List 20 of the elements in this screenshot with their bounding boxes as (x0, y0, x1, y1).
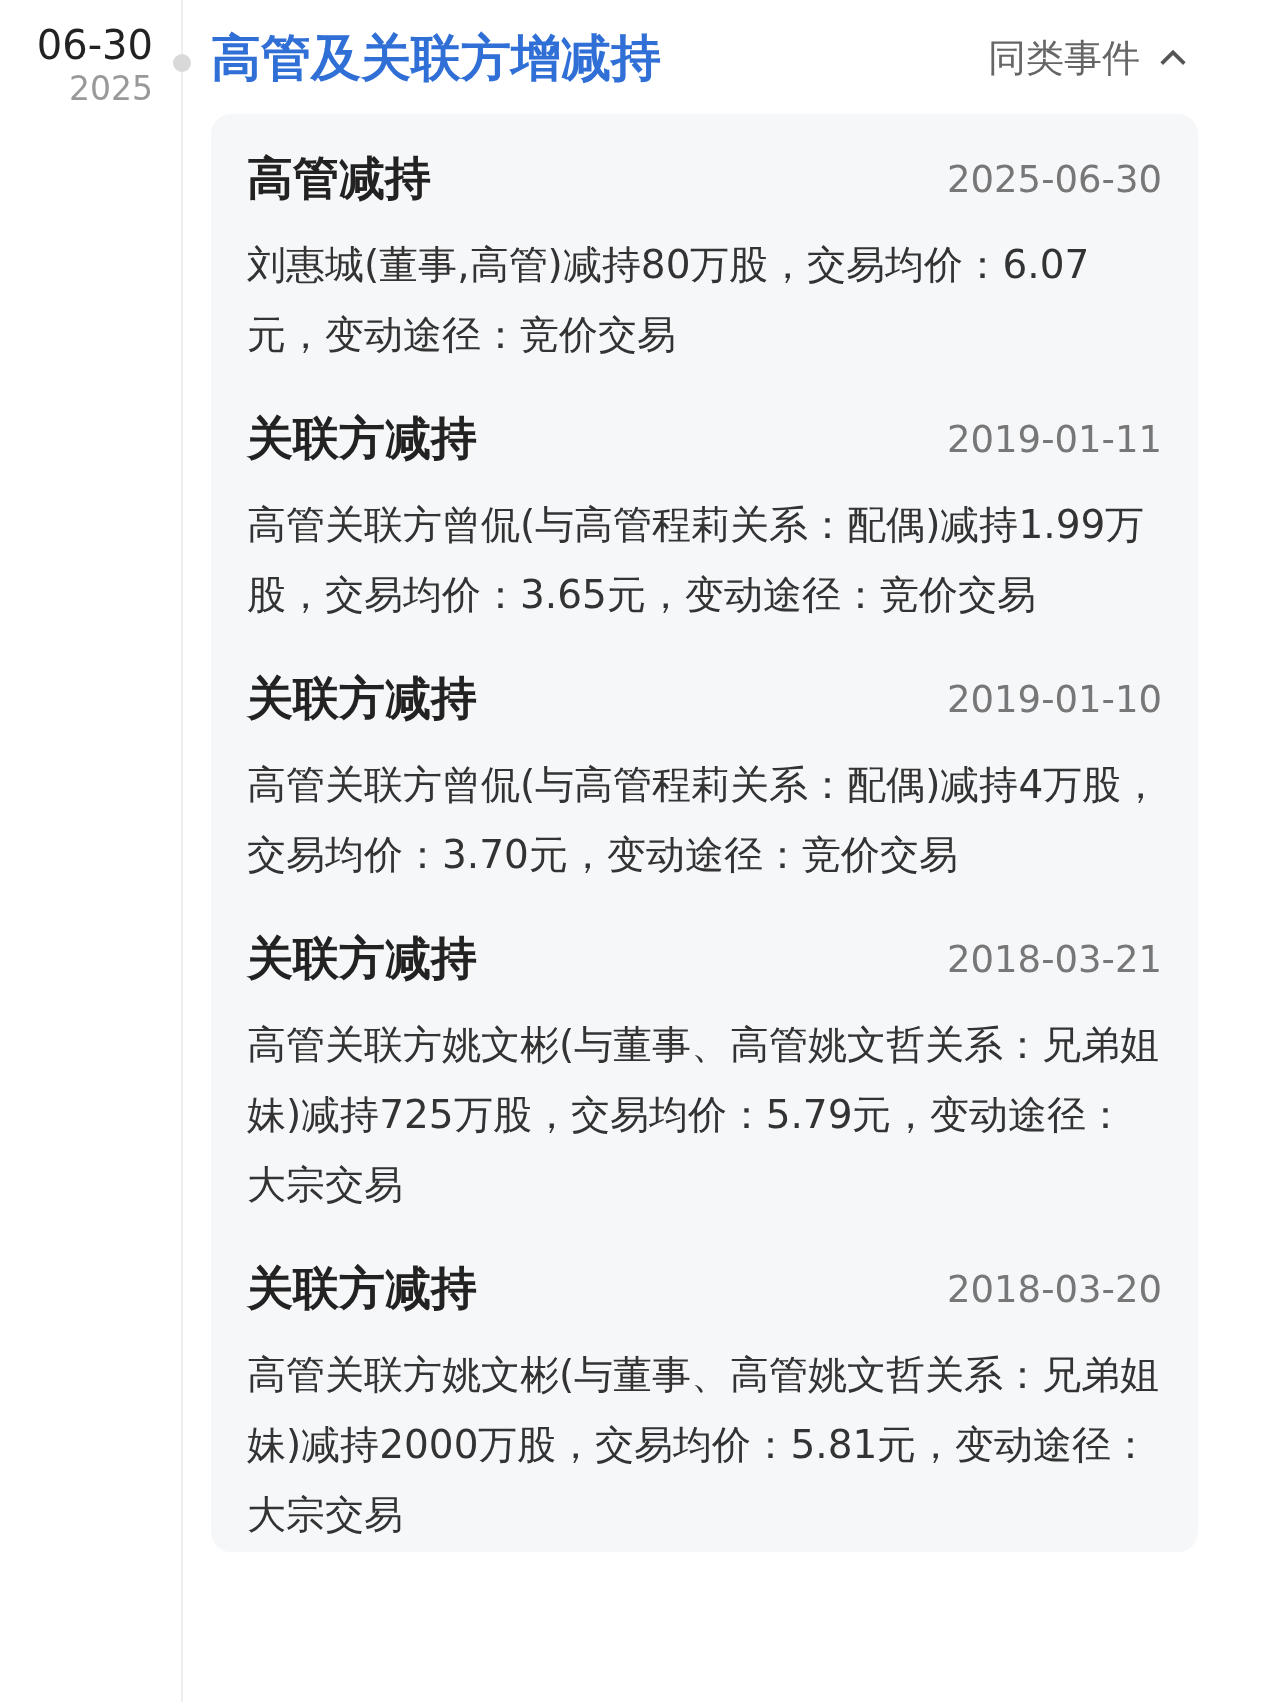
item-description: 高管关联方姚文彬(与董事、高管姚文哲关系：兄弟姐妹)减持725万股，交易均价：5.79元，变动途径：大宗交易 (247, 1021, 1161, 1209)
item-title: 关联方减持 (247, 670, 477, 727)
item-date: 2019-01-10 (946, 677, 1162, 721)
item-description: 高管关联方姚文彬(与董事、高管姚文哲关系：兄弟姐妹)减持2000万股，交易均价：5.81元，变动途径：大宗交易 (247, 1351, 1161, 1539)
item-title: 关联方减持 (247, 410, 477, 467)
item-title: 高管减持 (247, 150, 431, 207)
item-title: 关联方减持 (247, 930, 477, 987)
item-description: 高管关联方曾侃(与高管程莉关系：配偶)减持1.99万股，交易均价：3.65元，变动途径：竞价交易 (247, 501, 1146, 619)
event-title[interactable]: 高管及关联方增减持 (211, 24, 661, 92)
item-date: 2018-03-21 (946, 937, 1162, 981)
item-date: 2019-01-11 (946, 417, 1162, 461)
item-title: 关联方减持 (247, 1260, 477, 1317)
event-date: 06-30 (36, 22, 153, 68)
similar-events-button[interactable]: 同类事件 (988, 32, 1190, 84)
timeline-dot (173, 54, 191, 72)
item-description: 刘惠城(董事,高管)减持80万股，交易均价：6.07元，变动途径：竞价交易 (247, 241, 1091, 359)
item-date: 2025-06-30 (946, 157, 1162, 201)
item-description: 高管关联方曾侃(与高管程莉关系：配偶)减持4万股，交易均价：3.70元，变动途径：竞价交易 (247, 761, 1162, 879)
item-date: 2018-03-20 (946, 1267, 1162, 1311)
event-year: 2025 (69, 68, 153, 110)
